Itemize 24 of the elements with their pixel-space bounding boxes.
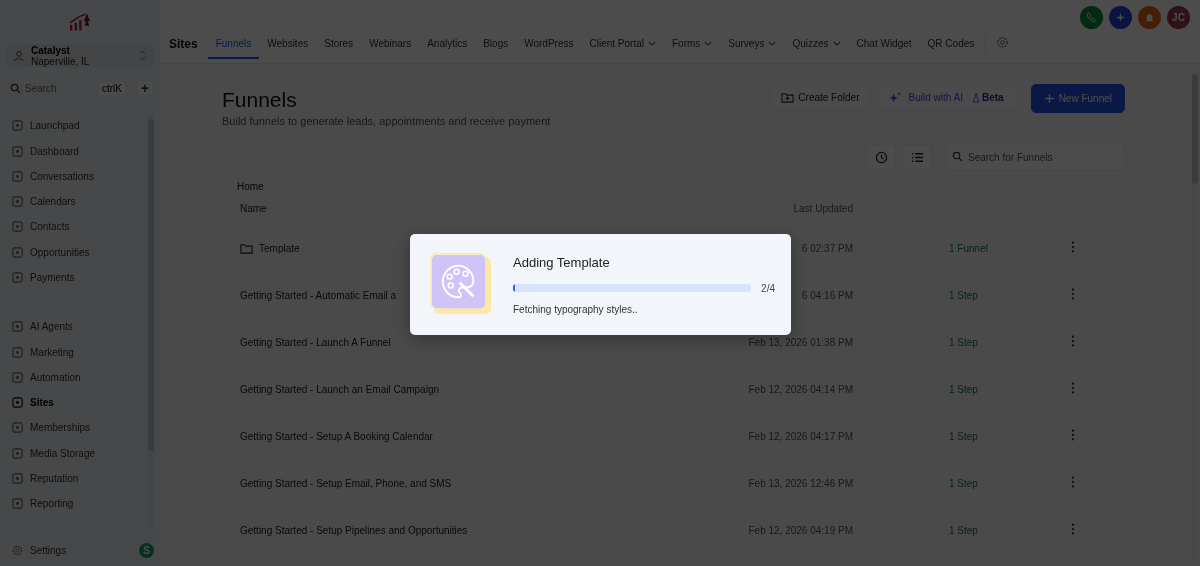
page-title: Funnels xyxy=(222,88,298,112)
step-count: 1 Step xyxy=(949,431,979,442)
step-count: 1 Step xyxy=(949,478,979,489)
nav-tab[interactable]: Chat Widget xyxy=(848,29,920,59)
account-name: Catalyst xyxy=(31,44,71,56)
status-message: Fetching typography styles.. xyxy=(513,303,639,315)
palette-icon xyxy=(430,253,493,316)
nav-tab[interactable]: WordPress xyxy=(516,29,582,59)
step-count: 1 Step xyxy=(949,337,979,348)
nav-tab[interactable]: Webinars xyxy=(361,29,420,59)
step-count: 1 Step xyxy=(949,290,979,301)
nav-tab[interactable]: Blogs xyxy=(475,29,517,59)
nav-tab[interactable]: Analytics xyxy=(419,29,476,59)
step-count: 1 Step xyxy=(949,384,979,395)
section-title: Sites xyxy=(169,37,198,51)
nav-tab[interactable]: Stores xyxy=(316,29,362,59)
progress-count: 2/4 xyxy=(761,282,775,294)
nav-tab[interactable]: Websites xyxy=(259,29,317,59)
beta-label: Beta xyxy=(981,92,1004,103)
step-count: 1 Step xyxy=(949,525,979,536)
dialog-title: Adding Template xyxy=(513,254,611,270)
step-count: 1 Funnel xyxy=(949,243,989,254)
column-header: Name xyxy=(239,202,268,214)
nav-tab[interactable]: QR Codes xyxy=(919,29,983,59)
